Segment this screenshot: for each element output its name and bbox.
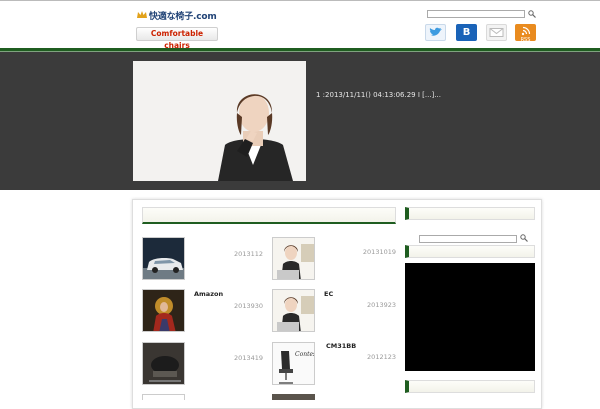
post-date: 2013419 (234, 354, 263, 362)
post-thumbnail[interactable] (142, 342, 185, 385)
post-thumbnail[interactable] (142, 289, 185, 332)
thinking-woman-photo (133, 61, 306, 181)
search-icon[interactable] (528, 10, 536, 18)
office-chair-photo (143, 343, 184, 384)
twitter-icon (429, 27, 442, 36)
rss-feed-button[interactable]: RSS (515, 24, 536, 43)
post-date: 2013930 (234, 302, 263, 310)
woman-with-laptop-photo (273, 238, 314, 279)
search-icon[interactable] (520, 234, 528, 242)
post-thumbnail[interactable]: Contes (272, 342, 315, 385)
embedded-video[interactable] (405, 263, 535, 371)
hatena-bookmark-button[interactable]: B (456, 24, 477, 41)
sidebar-heading (405, 245, 535, 258)
post-date: 2013112 (234, 250, 263, 258)
featured-post-image[interactable] (133, 61, 306, 181)
post-thumbnail[interactable] (142, 237, 185, 280)
section-heading-bar (142, 207, 396, 224)
post-title[interactable]: Amazon (194, 290, 223, 298)
post-thumbnail[interactable] (272, 289, 315, 332)
site-tagline-badge[interactable]: Comfortable chairs (136, 27, 218, 50)
featured-post-excerpt[interactable]: 1 :2013/11/11() 04:13:06.29 I [...]... (316, 91, 441, 99)
crown-icon (137, 11, 147, 18)
contessa-chair-photo: Contes (273, 343, 315, 384)
site-logo[interactable]: 快適な椅子.com (149, 9, 217, 22)
post-thumbnail[interactable] (272, 237, 315, 280)
sidebar-search-input[interactable] (419, 235, 517, 243)
post-thumbnail[interactable] (142, 394, 185, 400)
sidebar-heading (405, 380, 535, 393)
svg-text:Contes: Contes (295, 351, 315, 358)
twitter-share-button[interactable] (425, 24, 446, 41)
mail-icon (489, 28, 504, 37)
top-border (0, 0, 600, 1)
post-title[interactable]: EC (324, 290, 333, 298)
post-title[interactable]: CM31BB (326, 342, 356, 350)
post-thumbnail[interactable] (272, 394, 315, 400)
post-date: 2012123 (367, 353, 396, 361)
post-date: 2013923 (367, 301, 396, 309)
post-date: 20131019 (362, 248, 396, 256)
car-photo (143, 238, 184, 279)
header-search-input[interactable] (427, 10, 525, 18)
mail-share-button[interactable] (486, 24, 507, 41)
woman-with-laptop-photo (273, 290, 314, 331)
sidebar-heading (405, 207, 535, 220)
painting-photo (143, 290, 184, 331)
